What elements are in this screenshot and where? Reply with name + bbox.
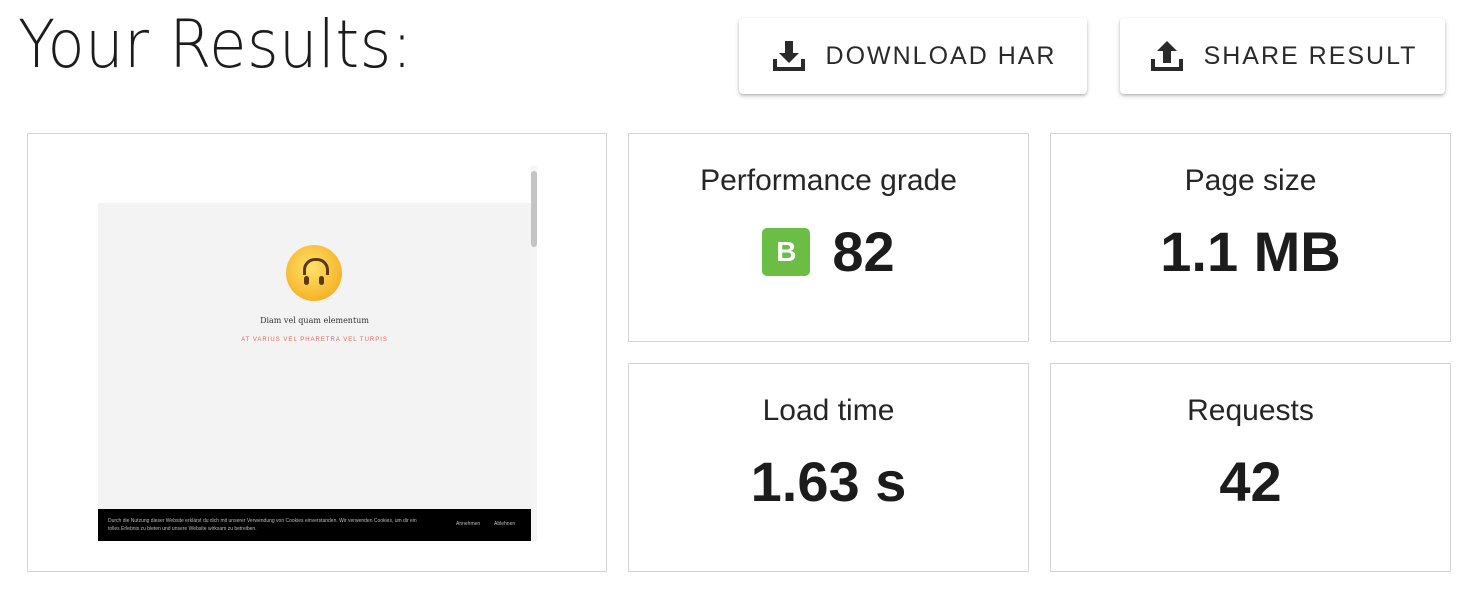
- load-time-label: Load time: [762, 394, 895, 427]
- performance-grade-label: Performance grade: [700, 164, 957, 197]
- download-har-button[interactable]: DOWNLOAD HAR: [739, 18, 1087, 94]
- share-result-label: SHARE RESULT: [1203, 41, 1418, 70]
- preview-heading: Diam vel quam elementum: [260, 316, 369, 325]
- download-icon: [770, 37, 808, 75]
- page-size-label: Page size: [1184, 164, 1317, 197]
- performance-grade-card: Performance grade B 82: [628, 133, 1029, 342]
- cookie-accept-link: Annehmen: [456, 521, 481, 527]
- page-size-card: Page size 1.1 MB: [1050, 133, 1451, 342]
- upside-down-face-icon: [286, 245, 342, 301]
- load-time-card: Load time 1.63 s: [628, 363, 1029, 572]
- share-result-button[interactable]: SHARE RESULT: [1120, 18, 1445, 94]
- load-time-value: 1.63 s: [750, 450, 907, 513]
- requests-label: Requests: [1187, 394, 1314, 427]
- page-screenshot: Diam vel quam elementum AT VARIUS VEL PH…: [98, 203, 531, 541]
- cookie-text: Durch die Nutzung dieser Website erklärs…: [108, 518, 417, 532]
- page-title: Your Results:: [18, 6, 413, 83]
- page-size-value: 1.1 MB: [1160, 220, 1341, 283]
- performance-grade-value: B 82: [629, 219, 1028, 284]
- download-har-label: DOWNLOAD HAR: [825, 41, 1057, 70]
- preview-subheading: AT VARIUS VEL PHARETRA VEL TURPIS: [241, 337, 388, 343]
- performance-score: 82: [832, 220, 895, 283]
- preview-scrollbar-thumb[interactable]: [531, 171, 537, 247]
- grade-badge: B: [762, 227, 811, 276]
- preview-scrollbar[interactable]: [531, 166, 537, 541]
- requests-card: Requests 42: [1050, 363, 1451, 572]
- requests-value: 42: [1219, 450, 1282, 513]
- cookie-banner: Durch die Nutzung dieser Website erklärs…: [98, 509, 531, 541]
- cookie-decline-link: Ablehnen: [494, 521, 516, 527]
- page-screenshot-card: Diam vel quam elementum AT VARIUS VEL PH…: [27, 133, 607, 572]
- share-icon: [1148, 37, 1186, 75]
